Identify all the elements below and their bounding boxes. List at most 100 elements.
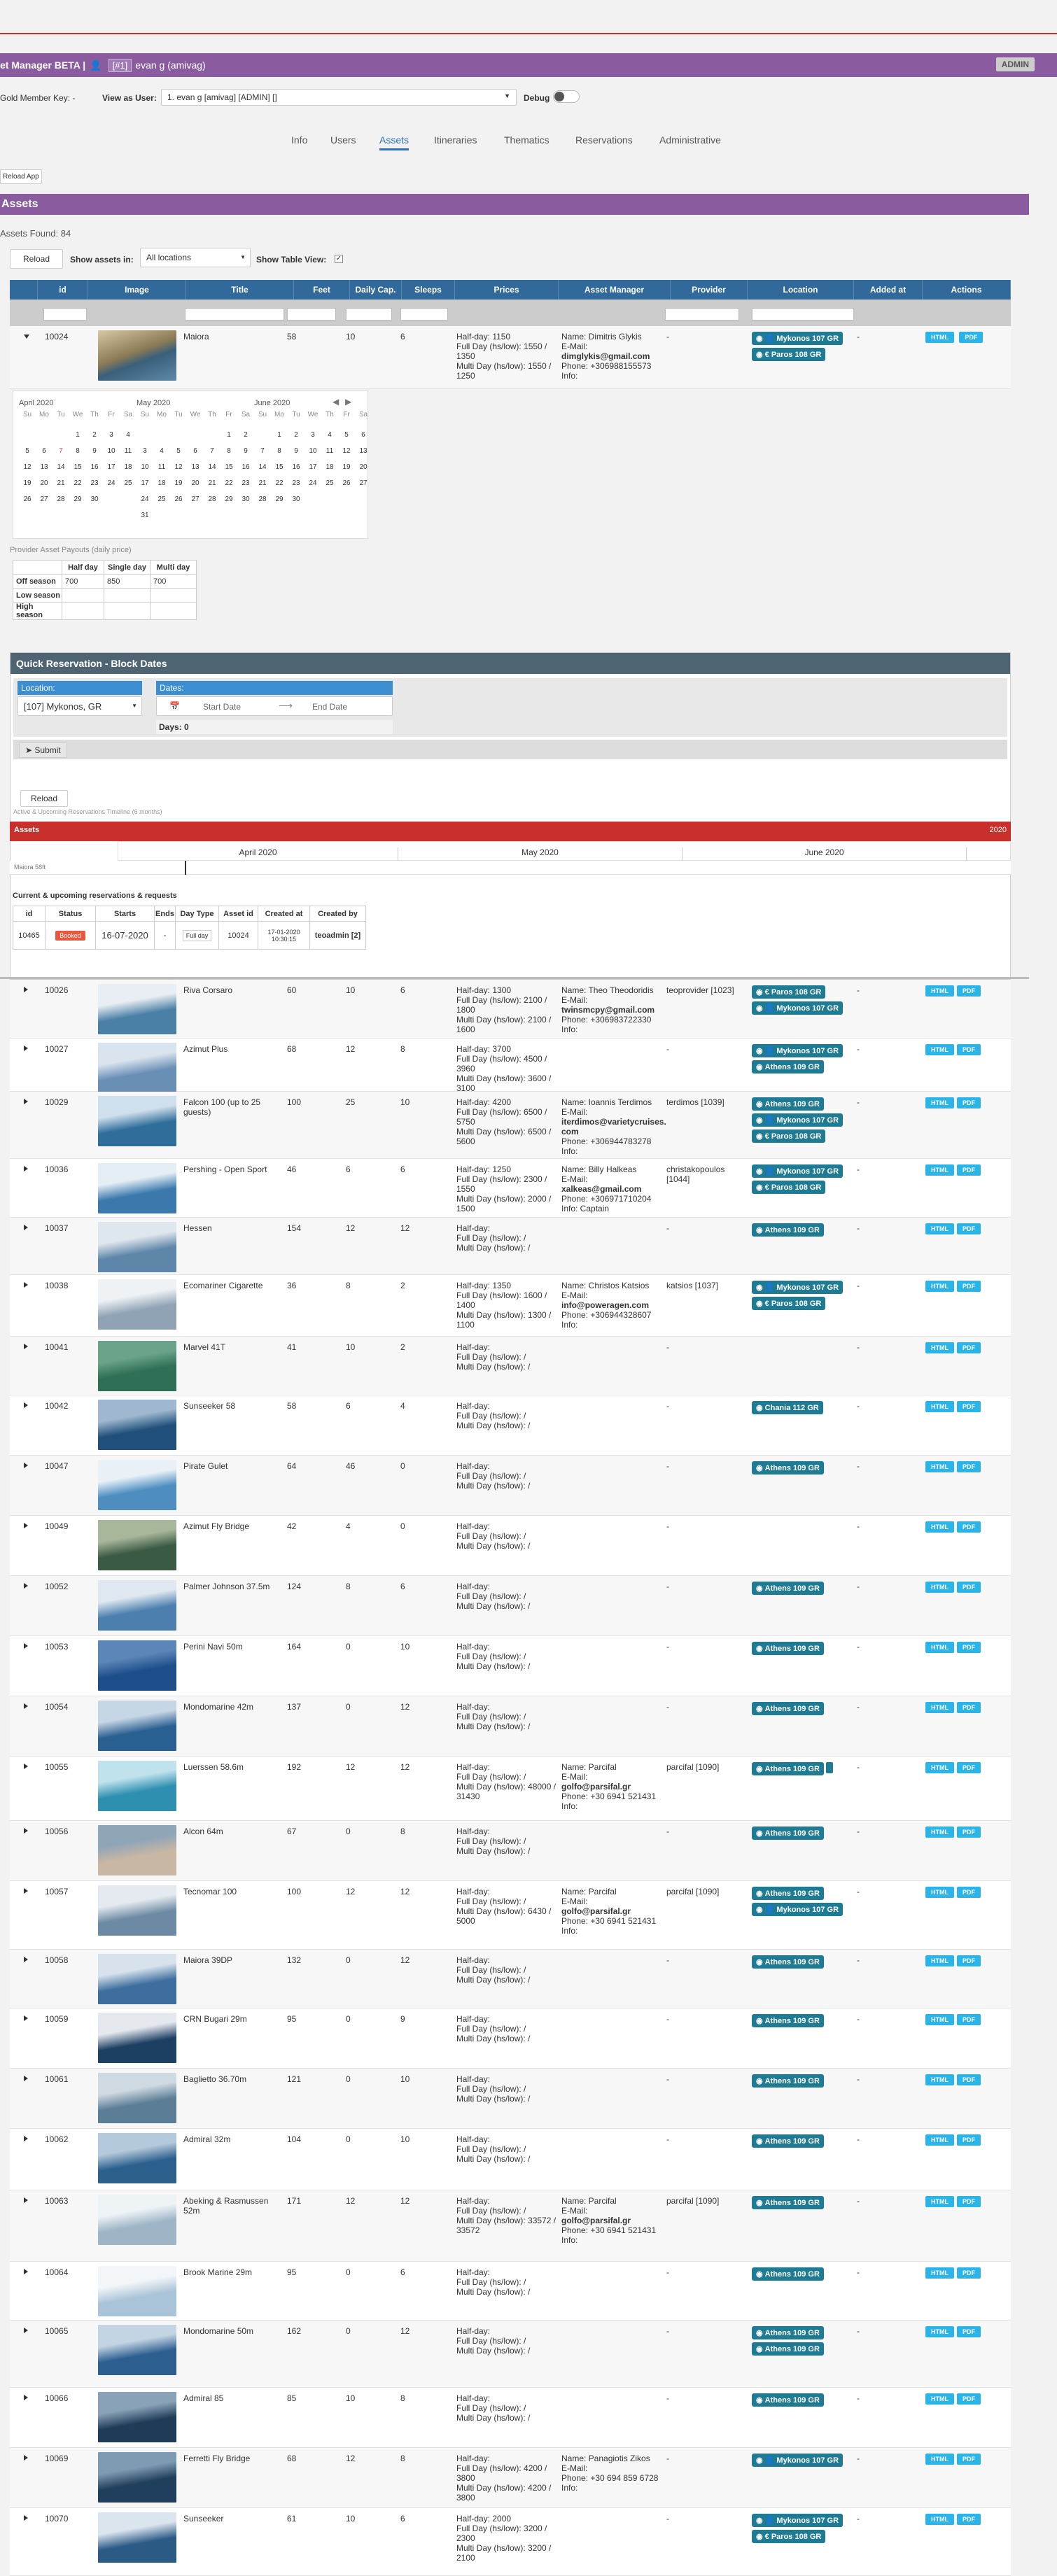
calendar-day[interactable]: 4 — [153, 443, 170, 459]
calendar-day[interactable]: 19 — [338, 459, 355, 475]
calendar-day[interactable]: 13 — [187, 459, 204, 475]
calendar-day[interactable]: 25 — [153, 491, 170, 507]
location-filter-select[interactable]: All locations ▼ — [140, 248, 251, 267]
location-badge[interactable]: ◉ Athens 109 GR — [752, 1582, 824, 1595]
calendar-day[interactable]: 10 — [136, 459, 153, 475]
html-button[interactable]: HTML — [925, 2514, 954, 2525]
calendar-day[interactable]: 30 — [288, 491, 304, 507]
calendar-day[interactable]: 1 — [271, 427, 288, 443]
calendar-day[interactable]: 22 — [69, 475, 86, 491]
pdf-button[interactable]: PDF — [957, 1461, 981, 1472]
html-button[interactable]: HTML — [925, 1702, 954, 1713]
asset-title[interactable]: Riva Corsaro — [183, 985, 281, 995]
asset-image[interactable] — [98, 2195, 176, 2245]
pdf-button[interactable]: PDF — [957, 1827, 981, 1838]
table-row[interactable]: 10041 Marvel 41T 41 10 2 Half-day: Full Day (h… — [10, 1337, 1011, 1395]
pdf-button[interactable]: PDF — [957, 1164, 981, 1176]
location-badge[interactable]: ◉ Athens 109 GR — [752, 2267, 824, 2281]
asset-title[interactable]: Admiral 32m — [183, 2134, 281, 2144]
asset-image[interactable] — [98, 2325, 176, 2375]
expand-toggle-icon[interactable] — [24, 1099, 28, 1104]
calendar-day[interactable]: 28 — [254, 491, 271, 507]
calendar-day[interactable]: 30 — [86, 491, 103, 507]
calendar-day[interactable]: 3 — [103, 427, 120, 443]
html-button[interactable]: HTML — [925, 2326, 954, 2337]
asset-image[interactable] — [98, 2392, 176, 2442]
calendar-day[interactable]: 21 — [52, 475, 69, 491]
asset-image[interactable] — [98, 1279, 176, 1330]
end-date-field[interactable]: End Date — [312, 702, 347, 712]
table-row[interactable]: 10054 Mondomarine 42m 137 0 12 Half-day: Full … — [10, 1696, 1011, 1757]
table-row[interactable]: 10061 Baglietto 36.70m 121 0 10 Half-day: Full… — [10, 2069, 1011, 2129]
col-title[interactable]: Title — [186, 280, 294, 300]
tab-administrative[interactable]: Administrative — [659, 131, 721, 150]
calendar-day[interactable]: 17 — [304, 459, 321, 475]
tab-itineraries[interactable]: Itineraries — [434, 131, 477, 150]
calendar-day[interactable]: 10 — [304, 443, 321, 459]
calendar-day[interactable]: 11 — [120, 443, 136, 459]
expand-toggle-icon[interactable] — [24, 2269, 28, 2274]
location-extra-icon[interactable] — [825, 1762, 833, 1773]
asset-image[interactable] — [98, 330, 176, 381]
asset-image[interactable] — [98, 1400, 176, 1450]
calendar-day[interactable]: 1 — [69, 427, 86, 443]
asset-title[interactable]: Luerssen 58.6m — [183, 1762, 281, 1772]
asset-image[interactable] — [98, 2512, 176, 2563]
table-row[interactable]: 10037 Hessen 154 12 12 Half-day: Full Day (hs/… — [10, 1218, 1011, 1275]
table-row[interactable]: 10026 Riva Corsaro 60 10 6 Half-day: 1300 Full… — [10, 980, 1011, 1039]
submit-button[interactable]: ➤ Submit — [19, 742, 67, 758]
expand-toggle-icon[interactable] — [24, 1523, 28, 1528]
calendar-day[interactable]: 6 — [187, 443, 204, 459]
calendar-day[interactable]: 9 — [86, 443, 103, 459]
reload-button[interactable]: Reload — [10, 249, 64, 269]
col-daily-cap[interactable]: Daily Cap. — [350, 280, 402, 300]
table-row-expanded[interactable]: 10024 Maiora 58 10 6 Half-day: 1150 Full… — [10, 326, 1011, 389]
location-badge[interactable]: ◉ € Paros 108 GR — [752, 348, 826, 361]
asset-title[interactable]: Ferretti Fly Bridge — [183, 2454, 281, 2463]
expand-toggle-icon[interactable] — [24, 1703, 28, 1709]
pdf-button[interactable]: PDF — [957, 1281, 981, 1292]
asset-title[interactable]: Perini Navi 50m — [183, 1642, 281, 1652]
asset-title[interactable]: Hessen — [183, 1223, 281, 1233]
asset-image[interactable] — [98, 1640, 176, 1691]
calendar-day[interactable]: 21 — [204, 475, 220, 491]
expand-toggle-icon[interactable] — [24, 2197, 28, 2203]
filter-cap-input[interactable] — [346, 308, 392, 321]
calendar-day[interactable]: 9 — [288, 443, 304, 459]
table-row[interactable]: 10038 Ecomariner Cigarette 36 8 2 Half-day: 1… — [10, 1275, 1011, 1337]
asset-image[interactable] — [98, 1096, 176, 1146]
calendar-day[interactable]: 14 — [204, 459, 220, 475]
expand-toggle-icon[interactable] — [24, 1463, 28, 1468]
location-badge[interactable]: ◉ Chania 112 GR — [752, 1401, 823, 1414]
expand-toggle-icon[interactable] — [24, 1828, 28, 1834]
html-button[interactable]: HTML — [925, 1461, 954, 1472]
location-badge[interactable]: ◉ Athens 109 GR — [752, 1060, 824, 1074]
reservation-row[interactable]: 10465 Booked 16-07-2020 - Full day 10024… — [13, 921, 366, 950]
calendar-day[interactable]: 29 — [271, 491, 288, 507]
pdf-button[interactable]: PDF — [959, 332, 983, 343]
calendar-day[interactable]: 25 — [120, 475, 136, 491]
table-row[interactable]: 10029 Falcon 100 (up to 25 guests) 100 25 10… — [10, 1092, 1011, 1159]
calendar-day[interactable]: 15 — [69, 459, 86, 475]
pdf-button[interactable]: PDF — [957, 2134, 981, 2146]
asset-image[interactable] — [98, 2452, 176, 2503]
expand-toggle-icon[interactable] — [24, 1046, 28, 1051]
location-badge[interactable]: ◉ Athens 109 GR — [752, 2134, 824, 2148]
calendar-day[interactable]: 16 — [237, 459, 254, 475]
asset-title[interactable]: Sunseeker 58 — [183, 1401, 281, 1411]
calendar-day[interactable]: 22 — [271, 475, 288, 491]
calendar-day[interactable]: 26 — [170, 491, 187, 507]
calendar-day[interactable]: 28 — [204, 491, 220, 507]
location-badge[interactable]: ◉ Athens 109 GR — [752, 1461, 824, 1474]
asset-title[interactable]: Mondomarine 42m — [183, 1702, 281, 1712]
pdf-button[interactable]: PDF — [957, 2393, 981, 2405]
calendar-day[interactable]: 21 — [254, 475, 271, 491]
expand-toggle-icon[interactable] — [24, 2515, 28, 2521]
col-sleeps[interactable]: Sleeps — [402, 280, 455, 300]
calendar-day[interactable]: 20 — [187, 475, 204, 491]
expand-toggle-icon[interactable] — [24, 2395, 28, 2400]
calendar-day[interactable]: 23 — [86, 475, 103, 491]
tab-reservations[interactable]: Reservations — [575, 131, 633, 150]
pdf-button[interactable]: PDF — [957, 1044, 981, 1055]
html-button[interactable]: HTML — [925, 2393, 954, 2405]
